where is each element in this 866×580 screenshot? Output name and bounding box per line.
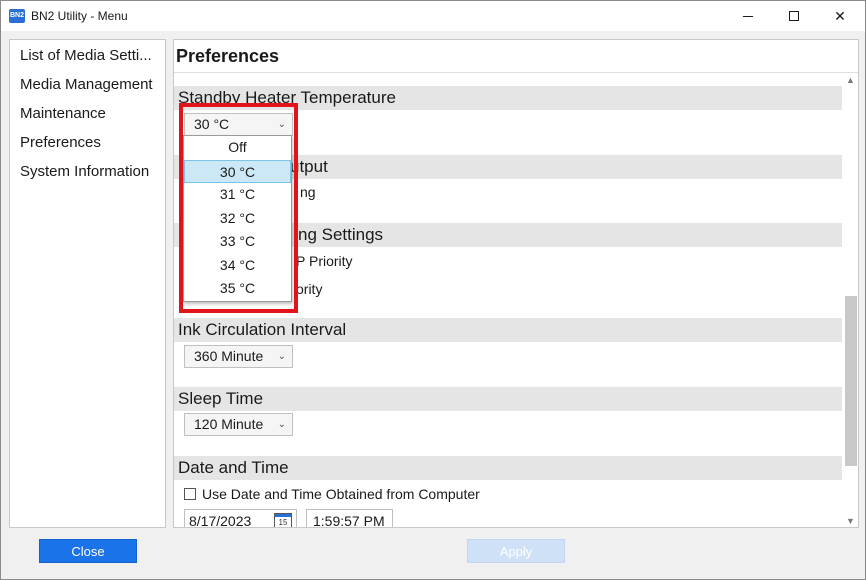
date-time-header: Date and Time (174, 456, 842, 480)
maximize-button[interactable] (771, 1, 817, 31)
time-field[interactable]: 1:59:57 PM (306, 509, 393, 528)
sidebar-menu: List of Media Setti... Media Management … (9, 39, 166, 528)
settings-row1-fragment: P Priority (296, 253, 353, 269)
highlight-box (179, 103, 298, 313)
sleep-time-value: 120 Minute (194, 416, 264, 432)
use-computer-time-checkbox[interactable] (184, 488, 196, 500)
minimize-icon (743, 15, 753, 17)
scroll-down-icon[interactable]: ▼ (846, 516, 855, 526)
sidebar-item-media-management[interactable]: Media Management (10, 70, 165, 99)
close-window-button[interactable]: ✕ (817, 1, 863, 31)
date-picker[interactable]: 8/17/2023 15 (184, 509, 297, 528)
sidebar-item-maintenance[interactable]: Maintenance (10, 99, 165, 128)
scrollbar-thumb[interactable] (845, 296, 857, 466)
sidebar-item-media-settings[interactable]: List of Media Setti... (10, 41, 165, 70)
time-value: 1:59:57 PM (313, 513, 385, 528)
chevron-down-icon: ⌄ (277, 419, 286, 430)
ink-circulation-header: Ink Circulation Interval (174, 318, 842, 342)
ink-circulation-select[interactable]: 360 Minute ⌄ (184, 345, 293, 368)
ink-circulation-value: 360 Minute (194, 348, 264, 364)
close-button[interactable]: Close (39, 539, 137, 563)
maximize-icon (789, 11, 799, 21)
output-row-fragment: ng (300, 184, 316, 200)
page-title: Preferences (176, 46, 280, 66)
title-bar[interactable]: BN2 BN2 Utility - Menu ✕ (1, 1, 865, 31)
sidebar-item-preferences[interactable]: Preferences (10, 128, 165, 157)
settings-row2-fragment: ority (296, 281, 323, 297)
use-computer-time-row[interactable]: Use Date and Time Obtained from Computer (184, 486, 480, 502)
apply-button[interactable]: Apply (467, 539, 565, 563)
use-computer-time-label: Use Date and Time Obtained from Computer (202, 486, 480, 502)
chevron-down-icon: ⌄ (277, 351, 286, 362)
settings-header-fragment: ng Settings (298, 225, 384, 244)
vertical-scrollbar[interactable]: ▲ ▼ (843, 73, 858, 527)
scroll-up-icon[interactable]: ▲ (846, 75, 855, 85)
sleep-time-select[interactable]: 120 Minute ⌄ (184, 413, 293, 436)
app-logo-icon: BN2 (9, 9, 25, 23)
app-window: BN2 BN2 Utility - Menu ✕ List of Media S… (0, 0, 866, 580)
sleep-time-header: Sleep Time (174, 387, 842, 411)
close-icon: ✕ (834, 7, 846, 24)
title-divider (174, 72, 858, 73)
calendar-icon[interactable]: 15 (274, 513, 292, 527)
minimize-button[interactable] (725, 1, 771, 31)
sidebar-item-system-information[interactable]: System Information (10, 157, 165, 186)
date-value: 8/17/2023 (189, 513, 252, 528)
calendar-day: 15 (278, 518, 288, 527)
window-title: BN2 Utility - Menu (31, 9, 128, 23)
